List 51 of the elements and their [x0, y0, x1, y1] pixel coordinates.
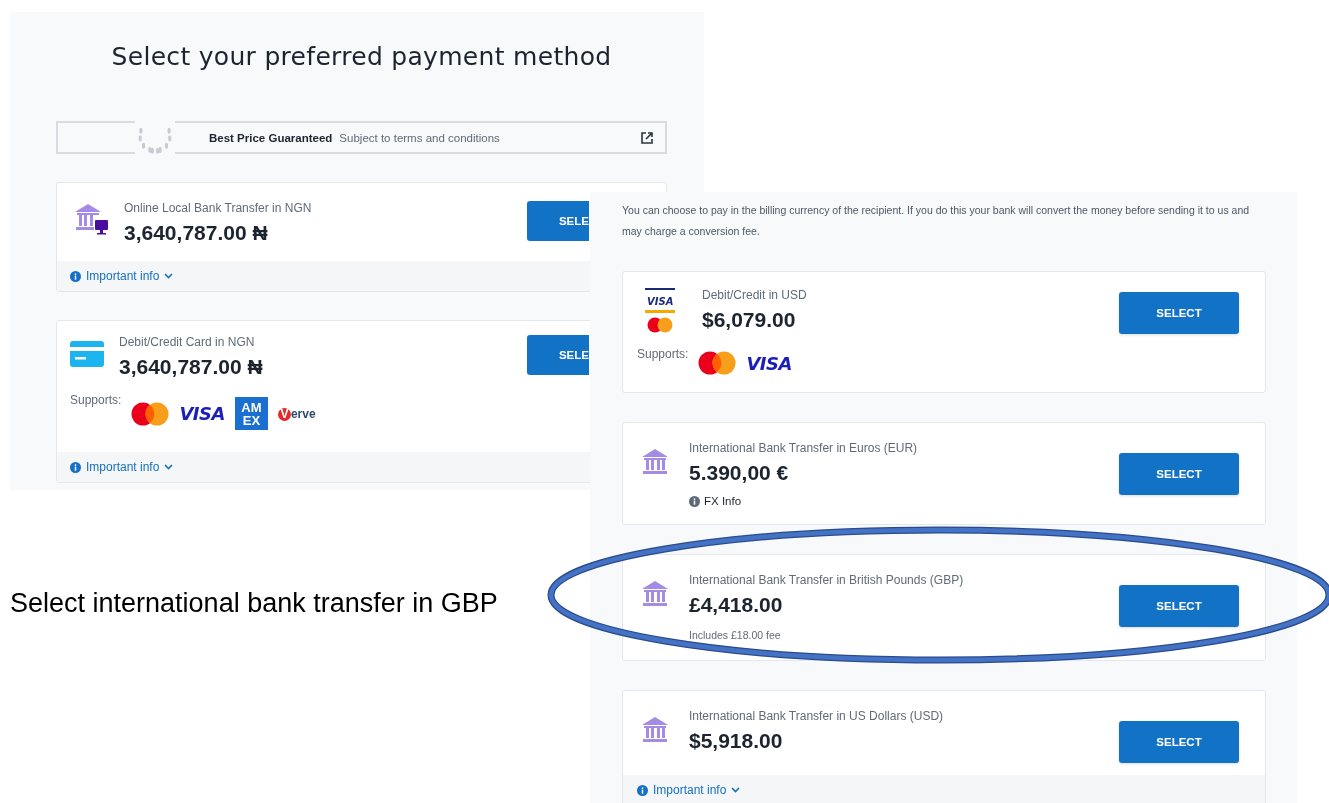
- chevron-down-icon: [731, 787, 741, 793]
- select-button[interactable]: SELECT: [1119, 453, 1239, 495]
- method-amount: 5.390,00 €: [689, 461, 790, 485]
- mastercard-logo-icon: [698, 351, 737, 375]
- chevron-down-icon: [164, 464, 174, 470]
- method-amount: £4,418.00: [689, 593, 784, 617]
- select-button[interactable]: SELECT: [1119, 585, 1239, 627]
- method-name: International Bank Transfer in US Dollars (USD): [689, 709, 945, 723]
- banner-title: Best Price Guaranteed: [209, 131, 333, 144]
- info-icon: [689, 495, 700, 507]
- visa-logo: VISA: [746, 352, 792, 374]
- select-button[interactable]: SELE: [527, 335, 589, 375]
- info-icon: [70, 461, 81, 473]
- mastercard-logo-icon: [131, 401, 170, 426]
- verve-logo: Verve: [277, 406, 316, 421]
- visa-card-logo: VISA: [645, 288, 676, 313]
- select-button[interactable]: SELECT: [1119, 721, 1239, 763]
- method-name: Debit/Credit in USD: [702, 288, 808, 302]
- method-name: International Bank Transfer in Euros (EUR): [689, 441, 919, 455]
- bank-icon: [641, 715, 669, 743]
- external-link-icon[interactable]: [641, 131, 653, 144]
- method-name: International Bank Transfer in British Pounds (GBP): [689, 573, 965, 587]
- bank-icon: [641, 447, 669, 475]
- annotation-text: Select international bank transfer in GBP: [10, 588, 498, 619]
- bank-icon: [641, 579, 669, 607]
- method-name: Online Local Bank Transfer in NGN: [124, 201, 313, 215]
- supports-label: Supports:: [70, 393, 122, 407]
- method-amount: $6,079.00: [702, 308, 797, 332]
- important-info-link[interactable]: Important info: [70, 269, 174, 283]
- method-amount: 3,640,787.00 ₦: [124, 221, 269, 245]
- bank-monitor-icon: [75, 203, 109, 235]
- method-amount: 3,640,787.00 ₦: [119, 355, 264, 379]
- fx-info-link[interactable]: FX Info: [689, 495, 1119, 507]
- select-button[interactable]: SELE: [527, 201, 589, 241]
- credit-card-icon: [70, 341, 104, 367]
- important-info-link[interactable]: Important info: [70, 460, 174, 474]
- mastercard-logo-icon: [647, 317, 674, 333]
- supports-label: Supports:: [637, 347, 689, 361]
- chevron-down-icon: [164, 273, 174, 279]
- info-icon: [637, 784, 648, 796]
- method-name: Debit/Credit Card in NGN: [119, 335, 256, 349]
- info-icon: [70, 270, 81, 282]
- currency-notice: You can choose to pay in the billing currency of the recipient. If you do this your bank will convert the money before sending it to us and may charge a conversion fee.: [622, 203, 1251, 239]
- amex-logo: AM EX: [234, 397, 268, 430]
- banner-subtitle: Subject to terms and conditions: [339, 131, 500, 144]
- visa-logo: VISA: [179, 403, 225, 424]
- select-button[interactable]: SELECT: [1119, 292, 1239, 334]
- fee-note: Includes £18.00 fee: [689, 629, 782, 641]
- method-amount: $5,918.00: [689, 729, 784, 753]
- important-info-link[interactable]: Important info: [637, 783, 741, 797]
- page-title: Select your preferred payment method: [110, 42, 613, 71]
